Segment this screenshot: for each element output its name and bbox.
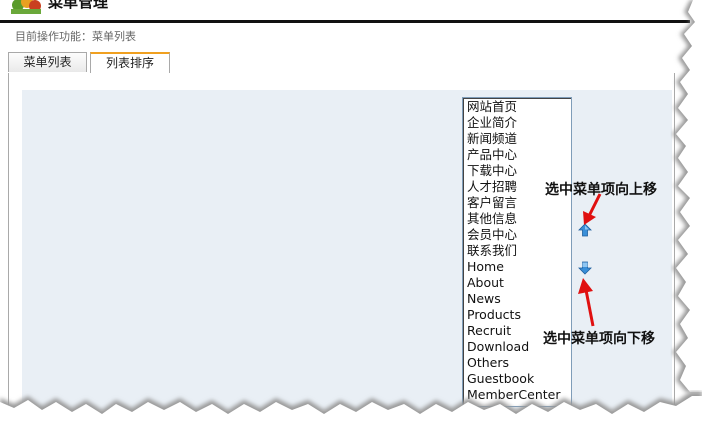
- header-bar: 菜单管理: [0, 0, 690, 23]
- list-item[interactable]: 会员中心: [463, 227, 571, 243]
- users-logo-icon: [11, 0, 41, 14]
- list-item[interactable]: About: [463, 275, 571, 291]
- annotation-arrow-down-icon: [578, 278, 595, 327]
- annotation-move-down: 选中菜单项向下移: [543, 331, 655, 347]
- list-item[interactable]: 其他信息: [463, 211, 571, 227]
- list-item[interactable]: MemberCenter: [463, 387, 571, 403]
- breadcrumb: 目前操作功能：菜单列表: [15, 30, 136, 43]
- list-item[interactable]: 下载中心: [463, 163, 571, 179]
- list-item[interactable]: Home: [463, 259, 571, 275]
- list-item[interactable]: 产品中心: [463, 147, 571, 163]
- list-item[interactable]: Others: [463, 355, 571, 371]
- sort-panel: [22, 90, 672, 410]
- page-title: 菜单管理: [48, 0, 109, 11]
- list-item[interactable]: Products: [463, 307, 571, 323]
- menu-listbox[interactable]: 网站首页 企业简介 新闻频道 产品中心 下载中心 人才招聘 客户留言 其他信息 会员中心 联系我们…: [462, 97, 572, 407]
- tab-menu-list[interactable]: 菜单列表: [8, 52, 87, 72]
- annotation-arrow-up-icon: [583, 193, 602, 225]
- tab-bar: 菜单列表 列表排序: [8, 52, 673, 74]
- list-item[interactable]: Guestbook: [463, 371, 571, 387]
- list-item[interactable]: 企业简介: [463, 115, 571, 131]
- list-item[interactable]: 联系我们: [463, 243, 571, 259]
- arrow-down-icon[interactable]: [578, 261, 592, 275]
- list-item[interactable]: 新闻频道: [463, 131, 571, 147]
- tab-list-sort[interactable]: 列表排序: [90, 52, 170, 74]
- list-item[interactable]: 网站首页: [463, 99, 571, 115]
- list-item[interactable]: News: [463, 291, 571, 307]
